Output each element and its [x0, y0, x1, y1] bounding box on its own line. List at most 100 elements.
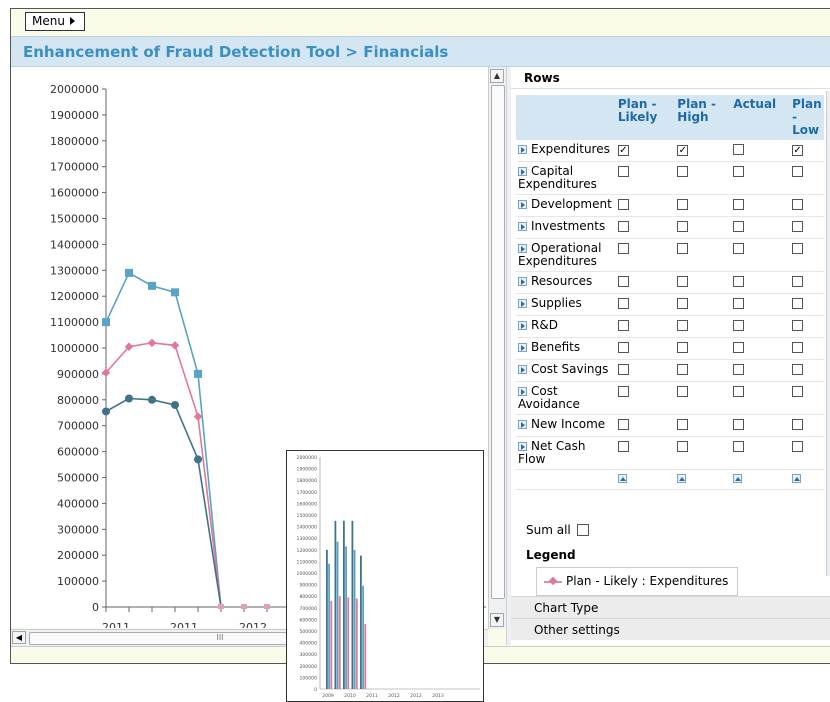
- row-checkbox[interactable]: [792, 199, 804, 210]
- row-checkbox[interactable]: [617, 276, 629, 287]
- row-checkbox[interactable]: [792, 320, 804, 331]
- expand-icon[interactable]: [518, 420, 527, 429]
- checkbox-cell: [673, 293, 730, 316]
- row-checkbox[interactable]: [792, 298, 804, 309]
- row-checkbox[interactable]: [677, 166, 689, 177]
- table-row: Net Cash Flow: [516, 436, 824, 470]
- preview-y-tick-label: 600000: [299, 617, 317, 623]
- expand-icon[interactable]: [518, 442, 527, 451]
- row-checkbox[interactable]: ✓: [677, 145, 689, 156]
- row-label: Resources: [531, 274, 593, 288]
- row-checkbox[interactable]: [792, 276, 804, 287]
- checkbox-cell: [729, 216, 789, 239]
- row-checkbox[interactable]: [617, 419, 629, 430]
- row-label-cell: Development: [516, 194, 614, 217]
- row-checkbox[interactable]: [617, 166, 629, 177]
- row-checkbox[interactable]: [792, 419, 804, 430]
- move-up-icon[interactable]: [677, 474, 687, 483]
- checkbox-cell: [613, 337, 674, 360]
- row-checkbox[interactable]: [733, 276, 745, 287]
- row-checkbox[interactable]: [733, 364, 745, 375]
- row-checkbox[interactable]: [733, 166, 745, 177]
- row-checkbox[interactable]: [617, 298, 629, 309]
- move-up-icon[interactable]: [617, 474, 627, 483]
- chart-vertical-scrollbar[interactable]: ▲ ▼: [488, 67, 506, 629]
- expand-icon[interactable]: [518, 200, 527, 209]
- row-checkbox[interactable]: [617, 386, 629, 397]
- table-row: New Income: [516, 414, 824, 437]
- row-checkbox[interactable]: [677, 320, 689, 331]
- checkbox-cell: [673, 161, 730, 195]
- row-checkbox[interactable]: [733, 386, 745, 397]
- row-checkbox[interactable]: [677, 419, 689, 430]
- row-checkbox[interactable]: [792, 166, 804, 177]
- scroll-left-button[interactable]: ◀: [12, 631, 26, 644]
- legend-title: Legend: [526, 548, 576, 562]
- row-label: Operational Expenditures: [518, 241, 602, 268]
- expand-icon[interactable]: [518, 145, 527, 154]
- move-up-icon[interactable]: [792, 474, 802, 483]
- expand-icon[interactable]: [518, 321, 527, 330]
- preview-y-tick-label: 1100000: [297, 559, 318, 565]
- row-checkbox[interactable]: [677, 364, 689, 375]
- other-settings-section[interactable]: Other settings: [511, 618, 830, 640]
- bar-chart-preview: 2000000190000018000001700000160000015000…: [297, 455, 480, 699]
- row-checkbox[interactable]: [677, 276, 689, 287]
- row-checkbox[interactable]: [733, 243, 745, 254]
- expand-icon[interactable]: [518, 387, 527, 396]
- row-label-cell: Operational Expenditures: [516, 238, 614, 272]
- rows-table-header: Plan - Likely Plan - High Actual Plan - Low: [516, 95, 824, 140]
- row-checkbox[interactable]: [617, 342, 629, 353]
- scroll-thumb[interactable]: [491, 85, 505, 599]
- scroll-down-button[interactable]: ▼: [490, 613, 504, 627]
- row-checkbox[interactable]: [792, 441, 804, 452]
- row-checkbox[interactable]: [792, 243, 804, 254]
- row-checkbox[interactable]: [677, 386, 689, 397]
- sum-all-checkbox[interactable]: [576, 524, 589, 536]
- row-checkbox[interactable]: [677, 298, 689, 309]
- row-checkbox[interactable]: ✓: [792, 145, 804, 156]
- row-checkbox[interactable]: [617, 364, 629, 375]
- row-checkbox[interactable]: [733, 298, 745, 309]
- table-row: Operational Expenditures: [516, 238, 824, 272]
- expand-icon[interactable]: [518, 277, 527, 286]
- row-checkbox[interactable]: [792, 386, 804, 397]
- row-checkbox[interactable]: [733, 199, 745, 210]
- row-checkbox[interactable]: [733, 320, 745, 331]
- expand-icon[interactable]: [518, 167, 527, 176]
- row-checkbox[interactable]: [792, 221, 804, 232]
- preview-bar: [343, 520, 345, 689]
- row-checkbox[interactable]: [677, 441, 689, 452]
- row-checkbox[interactable]: [617, 221, 629, 232]
- row-checkbox[interactable]: [733, 342, 745, 353]
- expand-icon[interactable]: [518, 365, 527, 374]
- menu-button[interactable]: Menu: [25, 12, 85, 31]
- row-checkbox[interactable]: [677, 342, 689, 353]
- table-row: R&D: [516, 315, 824, 338]
- row-checkbox[interactable]: [677, 221, 689, 232]
- expand-icon[interactable]: [518, 244, 527, 253]
- row-checkbox[interactable]: [733, 221, 745, 232]
- row-checkbox[interactable]: [617, 320, 629, 331]
- move-up-icon[interactable]: [733, 474, 743, 483]
- expand-icon[interactable]: [518, 343, 527, 352]
- row-checkbox[interactable]: [733, 441, 745, 452]
- rows-scrollbar[interactable]: [826, 91, 830, 576]
- scroll-up-button[interactable]: ▲: [490, 69, 504, 83]
- row-checkbox[interactable]: [617, 441, 629, 452]
- row-checkbox[interactable]: [617, 199, 629, 210]
- row-checkbox[interactable]: [677, 243, 689, 254]
- expand-icon[interactable]: [518, 222, 527, 231]
- row-checkbox[interactable]: [733, 419, 745, 430]
- series-line: [105, 342, 222, 608]
- row-checkbox[interactable]: ✓: [617, 145, 629, 156]
- rows-header[interactable]: Rows: [511, 67, 830, 89]
- row-checkbox[interactable]: [617, 243, 629, 254]
- row-checkbox[interactable]: [792, 364, 804, 375]
- expand-icon[interactable]: [518, 299, 527, 308]
- checkbox-cell: [673, 337, 730, 360]
- row-checkbox[interactable]: [792, 342, 804, 353]
- row-checkbox[interactable]: [677, 199, 689, 210]
- row-checkbox[interactable]: [733, 144, 745, 155]
- chart-type-section[interactable]: Chart Type: [511, 596, 830, 618]
